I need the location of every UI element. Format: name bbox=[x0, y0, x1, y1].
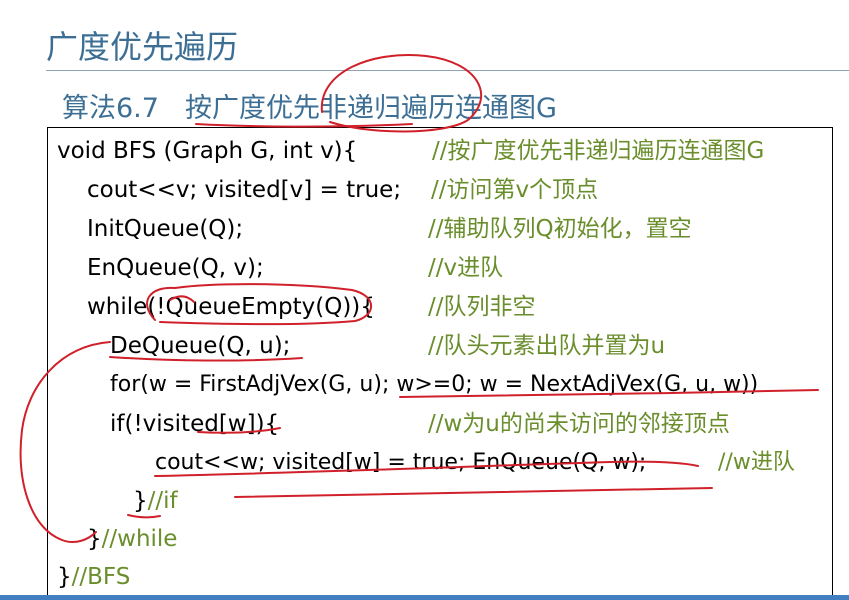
code-line-3: InitQueue(Q); bbox=[87, 216, 244, 242]
code-comment-8: //w为u的尚未访问的邻接顶点 bbox=[428, 411, 730, 437]
code-line-2: cout<<v; visited[v] = true; bbox=[87, 177, 402, 203]
code-comment-2: //访问第v个顶点 bbox=[431, 177, 599, 203]
code-line-4: EnQueue(Q, v); bbox=[87, 255, 264, 281]
code-comment-5: //队列非空 bbox=[428, 294, 536, 320]
code-line-11: }//while bbox=[87, 526, 178, 552]
code-line-5: while(!QueueEmpty(Q)){ bbox=[87, 294, 375, 320]
code-line-10: }//if bbox=[133, 488, 178, 514]
code-comment-4: //v进队 bbox=[428, 255, 504, 281]
algorithm-heading: 算法6.7 按广度优先非递归遍历连通图G bbox=[62, 86, 557, 125]
algorithm-name: 按广度优先非递归遍历连通图G bbox=[184, 93, 557, 124]
code-comment-9: //w进队 bbox=[718, 450, 795, 475]
code-comment-6: //队头元素出队并置为u bbox=[428, 333, 666, 359]
code-line-9: cout<<w; visited[w] = true; EnQueue(Q, w… bbox=[155, 450, 647, 475]
code-comment-3: //辅助队列Q初始化，置空 bbox=[428, 216, 692, 242]
code-line-6: DeQueue(Q, u); bbox=[110, 333, 291, 359]
code-comment-10: //if bbox=[147, 488, 178, 514]
bottom-accent-bar bbox=[0, 595, 849, 600]
code-comment-11: //while bbox=[101, 526, 178, 552]
title-divider bbox=[46, 70, 849, 71]
code-line-8: if(!visited[w]){ bbox=[110, 411, 280, 437]
page-title: 广度优先遍历 bbox=[46, 28, 239, 66]
algorithm-number: 算法6.7 bbox=[62, 93, 159, 124]
code-comment-12: //BFS bbox=[71, 564, 131, 590]
code-comment-1: //按广度优先非递归遍历连通图G bbox=[432, 138, 765, 164]
code-line-1: void BFS (Graph G, int v){ bbox=[57, 138, 358, 164]
code-line-7: for(w = FirstAdjVex(G, u); w>=0; w = Nex… bbox=[110, 372, 759, 397]
code-line-12: }//BFS bbox=[57, 564, 131, 590]
